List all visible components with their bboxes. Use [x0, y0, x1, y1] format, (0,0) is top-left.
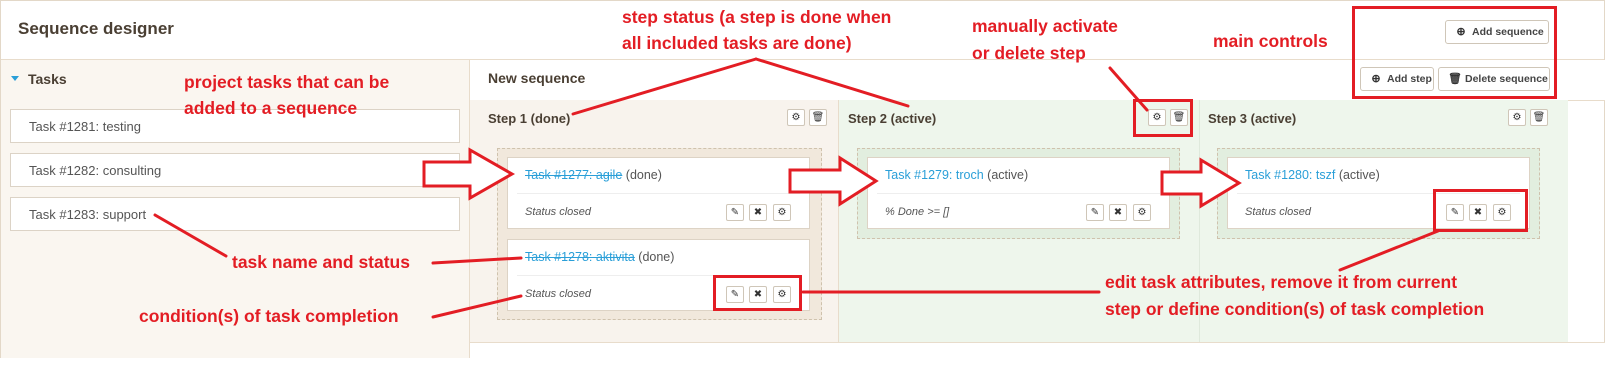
arrow-right-icon — [1160, 157, 1242, 209]
annotation-edit-2: step or define condition(s) of task comp… — [1105, 299, 1485, 319]
annotation-step-status-2: all included tasks are done) — [622, 33, 852, 53]
annotation-conditions: condition(s) of task completion — [139, 306, 399, 326]
annotation-edit-1: edit task attributes, remove it from cur… — [1105, 272, 1458, 292]
annotation-main-controls: main controls — [1213, 31, 1328, 51]
annotation-manual-1: manually activate — [972, 16, 1118, 36]
arrow-right-icon — [788, 155, 879, 207]
annotation-task-name: task name and status — [232, 252, 410, 272]
annotation-line — [1108, 66, 1149, 112]
annotation-step-status-1: step status (a step is done when — [622, 7, 892, 27]
arrow-right-icon — [422, 147, 516, 201]
annotation-line — [431, 294, 523, 319]
annotation-manual-2: or delete step — [972, 43, 1086, 63]
annotation-project-tasks-2: added to a sequence — [184, 98, 358, 118]
annotation-line — [153, 213, 228, 258]
annotation-line — [1338, 229, 1440, 272]
annotation-line — [571, 57, 758, 116]
annotation-line — [754, 57, 910, 108]
annotation-line — [431, 256, 523, 265]
annotation-project-tasks-1: project tasks that can be — [184, 72, 390, 92]
